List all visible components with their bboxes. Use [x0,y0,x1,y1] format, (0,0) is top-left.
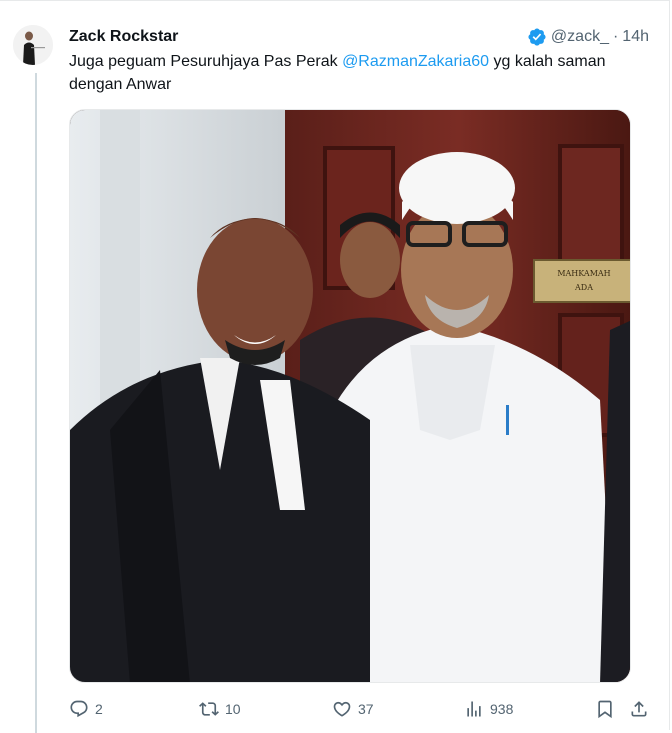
like-icon [333,701,351,717]
thread-connector-line [35,73,37,733]
repost-button[interactable]: 10 [199,697,241,721]
tweet-text-before: Juga peguam Pesuruhjaya Pas Perak [69,53,343,70]
photo-two-men: MAHKAMAH ADA [70,110,630,682]
like-button[interactable]: 37 [332,697,374,721]
bookmark-button[interactable] [595,697,615,721]
mention-link[interactable]: @RazmanZakaria60 [342,53,489,70]
tweet-photo[interactable]: MAHKAMAH ADA [69,109,631,683]
verified-badge-icon [528,28,546,46]
reply-count: 2 [95,701,103,717]
views-count: 938 [490,701,514,717]
tweet-header: Zack Rockstar @zack_ · 14h [69,25,649,49]
tweet-card[interactable]: Zack Rockstar @zack_ · 14h Juga peguam P… [0,0,670,733]
post-time[interactable]: 14h [622,28,649,46]
avatar-image [13,25,53,65]
repost-count: 10 [225,701,241,717]
repost-icon [199,702,219,716]
sign-text-1: MAHKAMAH [557,269,610,278]
views-button[interactable]: 938 [464,697,513,721]
author-handle[interactable]: @zack_ [551,28,609,46]
share-button[interactable] [629,697,649,721]
avatar[interactable] [13,25,53,65]
like-count: 37 [358,701,374,717]
separator-dot: · [612,28,619,45]
views-icon [467,701,481,717]
tweet-text: Juga peguam Pesuruhjaya Pas Perak @Razma… [69,50,649,96]
reply-icon [70,700,88,718]
author-name[interactable]: Zack Rockstar [69,28,178,46]
share-icon [631,701,647,717]
bookmark-icon [598,700,612,719]
reply-button[interactable]: 2 [69,697,103,721]
sign-text-2: ADA [574,283,593,292]
tweet-actions: 2 10 37 938 [69,697,654,721]
